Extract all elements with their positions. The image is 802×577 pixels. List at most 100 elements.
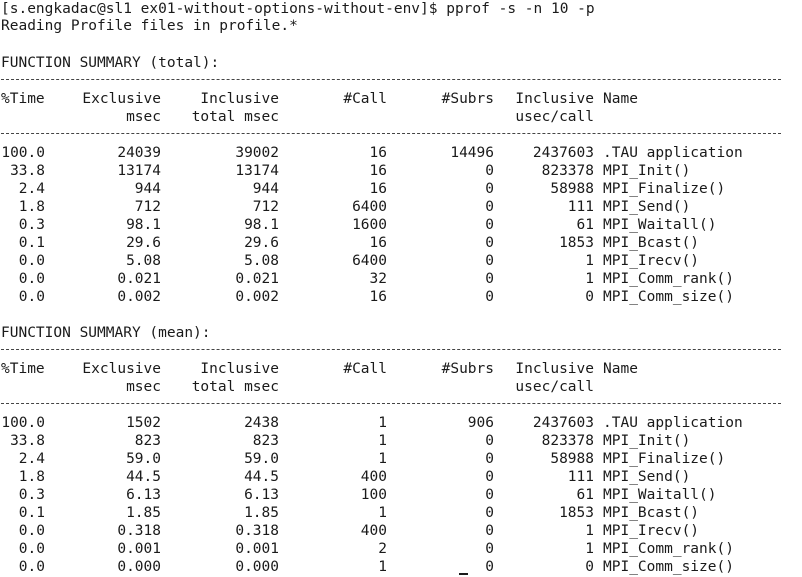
exclusive-cell: 823 bbox=[134, 433, 161, 449]
separator-line bbox=[1, 79, 781, 80]
header-exclusive-unit: msec bbox=[126, 109, 161, 125]
inclusive-cell: 39002 bbox=[235, 145, 279, 161]
header-calls: #Call bbox=[343, 361, 387, 377]
time-cell: 0.0 bbox=[18, 271, 45, 287]
incl-per-call-cell: 1853 bbox=[559, 235, 594, 251]
subrs-cell: 0 bbox=[485, 523, 494, 539]
name-cell: MPI_Comm_size() bbox=[603, 559, 734, 575]
subrs-cell: 0 bbox=[485, 433, 494, 449]
name-cell: MPI_Comm_rank() bbox=[603, 541, 734, 557]
subrs-cell: 0 bbox=[485, 469, 494, 485]
calls-cell: 400 bbox=[360, 469, 387, 485]
calls-cell: 16 bbox=[369, 163, 387, 179]
exclusive-cell: 29.6 bbox=[126, 235, 161, 251]
inclusive-cell: 0.318 bbox=[235, 523, 279, 539]
exclusive-cell: 98.1 bbox=[126, 217, 161, 233]
inclusive-cell: 823 bbox=[252, 433, 279, 449]
exclusive-cell: 5.08 bbox=[126, 253, 161, 269]
inclusive-cell: 2438 bbox=[244, 415, 279, 431]
time-cell: 0.0 bbox=[18, 541, 45, 557]
reading-status-line: Reading Profile files in profile.* bbox=[1, 18, 298, 34]
terminal-window[interactable]: [s.engkadac@sl1 ex01-without-options-wit… bbox=[0, 0, 802, 577]
time-cell: 0.1 bbox=[18, 505, 45, 521]
exclusive-cell: 1502 bbox=[126, 415, 161, 431]
incl-per-call-cell: 823378 bbox=[541, 163, 594, 179]
incl-per-call-cell: 1 bbox=[585, 253, 594, 269]
header-inclusive-unit: total msec bbox=[191, 109, 279, 125]
name-cell: MPI_Finalize() bbox=[603, 451, 726, 467]
time-cell: 0.3 bbox=[18, 487, 45, 503]
time-cell: 0.0 bbox=[18, 523, 45, 539]
exclusive-cell: 44.5 bbox=[126, 469, 161, 485]
inclusive-cell: 0.002 bbox=[235, 289, 279, 305]
incl-per-call-cell: 58988 bbox=[550, 451, 594, 467]
inclusive-cell: 6.13 bbox=[244, 487, 279, 503]
inclusive-cell: 29.6 bbox=[244, 235, 279, 251]
time-cell: 2.4 bbox=[18, 181, 45, 197]
separator-line bbox=[1, 349, 781, 350]
subrs-cell: 0 bbox=[485, 163, 494, 179]
exclusive-cell: 0.318 bbox=[117, 523, 161, 539]
exclusive-cell: 0.000 bbox=[117, 559, 161, 575]
name-cell: MPI_Waitall() bbox=[603, 217, 717, 233]
header-inclusive-per-call-unit: usec/call bbox=[515, 109, 594, 125]
header-inclusive-per-call: Inclusive bbox=[515, 91, 594, 107]
time-cell: 100.0 bbox=[1, 415, 45, 431]
calls-cell: 1 bbox=[378, 415, 387, 431]
name-cell: MPI_Irecv() bbox=[603, 253, 700, 269]
name-cell: MPI_Bcast() bbox=[603, 235, 700, 251]
inclusive-cell: 1.85 bbox=[244, 505, 279, 521]
calls-cell: 16 bbox=[369, 235, 387, 251]
incl-per-call-cell: 2437603 bbox=[532, 145, 594, 161]
inclusive-cell: 13174 bbox=[235, 163, 279, 179]
calls-cell: 6400 bbox=[352, 199, 387, 215]
calls-cell: 1 bbox=[378, 559, 387, 575]
calls-cell: 1 bbox=[378, 433, 387, 449]
section-title: FUNCTION SUMMARY (total): bbox=[1, 55, 220, 71]
incl-per-call-cell: 61 bbox=[576, 487, 594, 503]
exclusive-cell: 0.021 bbox=[117, 271, 161, 287]
incl-per-call-cell: 111 bbox=[567, 199, 594, 215]
inclusive-cell: 0.000 bbox=[235, 559, 279, 575]
header-time: %Time bbox=[1, 91, 45, 107]
incl-per-call-cell: 2437603 bbox=[532, 415, 594, 431]
header-exclusive-unit: msec bbox=[126, 379, 161, 395]
calls-cell: 1 bbox=[378, 505, 387, 521]
time-cell: 0.3 bbox=[18, 217, 45, 233]
incl-per-call-cell: 823378 bbox=[541, 433, 594, 449]
name-cell: MPI_Finalize() bbox=[603, 181, 726, 197]
time-cell: 33.8 bbox=[10, 433, 45, 449]
time-cell: 2.4 bbox=[18, 451, 45, 467]
inclusive-cell: 944 bbox=[252, 181, 279, 197]
inclusive-cell: 44.5 bbox=[244, 469, 279, 485]
time-cell: 0.0 bbox=[18, 253, 45, 269]
header-inclusive: Inclusive bbox=[200, 361, 279, 377]
name-cell: .TAU application bbox=[603, 145, 743, 161]
subrs-cell: 0 bbox=[485, 235, 494, 251]
subrs-cell: 906 bbox=[467, 415, 494, 431]
incl-per-call-cell: 1 bbox=[585, 523, 594, 539]
separator-line bbox=[1, 403, 781, 404]
incl-per-call-cell: 1 bbox=[585, 541, 594, 557]
subrs-cell: 0 bbox=[485, 271, 494, 287]
name-cell: MPI_Comm_size() bbox=[603, 289, 734, 305]
section-title: FUNCTION SUMMARY (mean): bbox=[1, 325, 211, 341]
header-subrs: #Subrs bbox=[441, 91, 494, 107]
subrs-cell: 0 bbox=[485, 217, 494, 233]
time-cell: 0.0 bbox=[18, 559, 45, 575]
subrs-cell: 0 bbox=[485, 541, 494, 557]
name-cell: MPI_Send() bbox=[603, 469, 691, 485]
name-cell: MPI_Comm_rank() bbox=[603, 271, 734, 287]
time-cell: 1.8 bbox=[18, 199, 45, 215]
inclusive-cell: 98.1 bbox=[244, 217, 279, 233]
header-time: %Time bbox=[1, 361, 45, 377]
exclusive-cell: 0.002 bbox=[117, 289, 161, 305]
time-cell: 1.8 bbox=[18, 469, 45, 485]
incl-per-call-cell: 58988 bbox=[550, 181, 594, 197]
terminal-cursor bbox=[459, 573, 468, 575]
exclusive-cell: 944 bbox=[134, 181, 161, 197]
header-name: Name bbox=[603, 361, 638, 377]
header-name: Name bbox=[603, 91, 638, 107]
subrs-cell: 0 bbox=[485, 505, 494, 521]
header-inclusive-per-call-unit: usec/call bbox=[515, 379, 594, 395]
